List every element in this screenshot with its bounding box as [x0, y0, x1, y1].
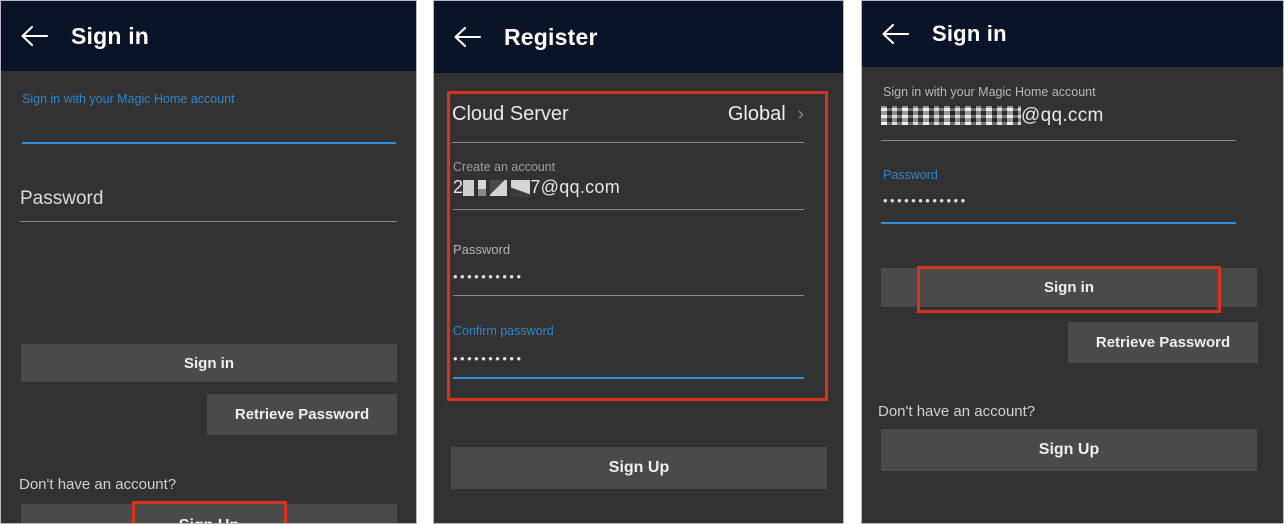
- password-field-underline: [20, 221, 397, 222]
- appbar: Register: [434, 1, 843, 73]
- page-title: Sign in: [932, 21, 1007, 46]
- account-value-suffix: 7@qq.com: [530, 177, 621, 197]
- retrieve-password-button[interactable]: Retrieve Password: [1068, 322, 1258, 363]
- arrow-left-icon[interactable]: [19, 23, 49, 49]
- confirm-password-value[interactable]: ••••••••••: [453, 351, 524, 366]
- page-title: Register: [504, 23, 598, 50]
- password-label: Password: [453, 242, 511, 257]
- account-value-prefix: 2: [453, 177, 464, 197]
- arrow-left-icon[interactable]: [452, 24, 482, 50]
- signup-button[interactable]: Sign Up: [21, 504, 397, 523]
- signin-button[interactable]: Sign in: [21, 344, 397, 382]
- screen-body: Sign in with your Magic Home account Pas…: [1, 71, 416, 523]
- password-value[interactable]: ••••••••••: [453, 269, 524, 284]
- no-account-label: Don't have an account?: [19, 476, 177, 493]
- password-value[interactable]: ••••••••••••: [883, 193, 968, 208]
- password-label: Password: [883, 168, 938, 182]
- cloud-server-label: Cloud Server: [452, 103, 569, 125]
- confirm-password-underline: [453, 377, 804, 379]
- screen-register: Register Cloud Server Global › Create an…: [433, 0, 844, 524]
- create-account-value[interactable]: 2 7@qq.com: [453, 177, 620, 198]
- redaction-blocks: [463, 179, 531, 197]
- create-account-underline: [453, 209, 804, 210]
- password-underline: [881, 222, 1236, 224]
- account-hint: Sign in with your Magic Home account: [22, 92, 235, 106]
- arrow-left-icon[interactable]: [880, 21, 910, 47]
- confirm-password-label: Confirm password: [453, 324, 554, 338]
- appbar: Sign in: [1, 1, 416, 71]
- screen-signin-initial: Sign in Sign in with your Magic Home acc…: [0, 0, 417, 524]
- password-placeholder[interactable]: Password: [20, 188, 103, 210]
- appbar: Sign in: [862, 1, 1283, 67]
- create-account-label: Create an account: [453, 160, 556, 174]
- screen-body: Cloud Server Global › Create an account …: [434, 73, 843, 523]
- account-underline: [881, 140, 1236, 141]
- chevron-right-icon: ›: [797, 104, 804, 125]
- retrieve-password-button[interactable]: Retrieve Password: [207, 394, 397, 435]
- password-underline: [453, 295, 804, 296]
- signup-button[interactable]: Sign Up: [451, 447, 827, 489]
- redaction-stripe: [881, 106, 1021, 126]
- signin-button[interactable]: Sign in: [881, 268, 1257, 307]
- account-value-suffix: @qq.ccm: [1021, 105, 1104, 126]
- screen-body: Sign in with your Magic Home account @qq…: [862, 67, 1283, 523]
- screen-signin-filled: Sign in Sign in with your Magic Home acc…: [861, 0, 1284, 524]
- cloud-server-divider: [452, 142, 804, 143]
- account-field-underline[interactable]: [22, 142, 396, 144]
- no-account-label: Don't have an account?: [878, 403, 1036, 420]
- cloud-server-row[interactable]: Cloud Server Global ›: [452, 103, 804, 126]
- page-title: Sign in: [71, 22, 150, 49]
- screenshot-board: Sign in Sign in with your Magic Home acc…: [0, 0, 1284, 524]
- signup-button[interactable]: Sign Up: [881, 429, 1257, 471]
- account-value[interactable]: @qq.ccm: [881, 105, 1104, 127]
- account-hint: Sign in with your Magic Home account: [883, 85, 1096, 99]
- cloud-server-value: Global: [727, 103, 786, 125]
